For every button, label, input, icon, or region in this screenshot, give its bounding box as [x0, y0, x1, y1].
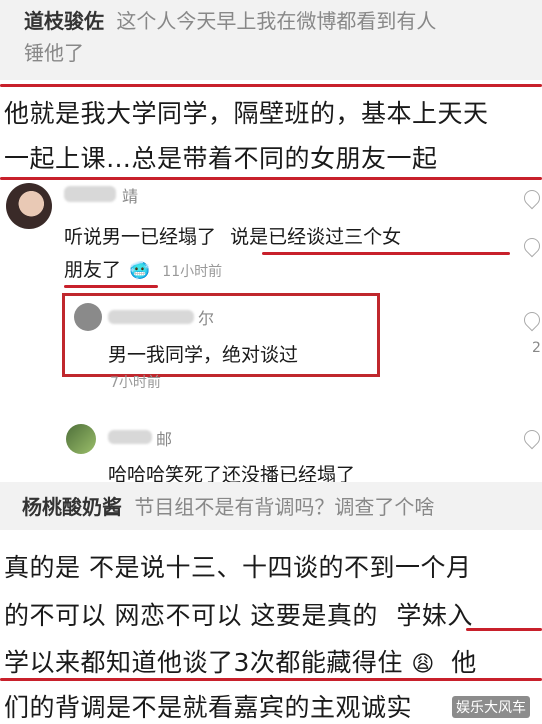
reply-line2: 朋友了 🥶 11小时前 — [64, 255, 222, 282]
emoji: 😩 — [411, 652, 435, 677]
underline — [262, 252, 510, 255]
underline — [64, 285, 158, 288]
timestamp: 11小时前 — [162, 264, 223, 280]
post-text: 学以来都知道他谈了3次都能藏得住 — [4, 648, 403, 677]
comment-text: 杨桃酸奶酱 节目组不是有背调吗？调查了个啥 — [22, 491, 434, 520]
username-partial[interactable]: 靖 — [122, 183, 138, 207]
like-count: 2 — [532, 340, 541, 356]
post-text: 的不可以 网恋不可以 这要是真的 — [4, 601, 378, 630]
comment-card-top: 道枝骏佐 这个人今天早上我在微博都看到有人 锤他了 — [0, 0, 542, 80]
comment-card: 杨桃酸奶酱 节目组不是有背调吗？调查了个啥 — [0, 482, 542, 530]
underline — [0, 678, 542, 681]
post-text: 学妹入 — [396, 601, 473, 630]
username-partial[interactable]: 邮 — [156, 426, 172, 450]
post-text: 他 — [451, 648, 477, 677]
username-partial[interactable]: 尔 — [198, 305, 214, 329]
underline — [0, 177, 542, 180]
post-line: 他就是我大学同学，隔壁班的，基本上天天 — [4, 99, 489, 128]
reply-text: 男一我同学，绝对谈过 — [108, 344, 299, 366]
post-line: 一起上课…总是带着不同的女朋友一起 — [4, 144, 438, 173]
post-line: 学以来都知道他谈了3次都能藏得住 😩 他 — [4, 643, 477, 679]
post-line: 的不可以 网恋不可以 这要是真的 学妹入 — [4, 596, 473, 632]
watermark: 娱乐大风车 — [452, 696, 530, 718]
underline — [0, 84, 542, 87]
username-blurred[interactable] — [108, 430, 152, 444]
like-icon[interactable] — [520, 234, 542, 258]
post-line: 真的是 不是说十三、十四谈的不到一个月 — [4, 553, 472, 582]
like-icon[interactable] — [520, 308, 542, 332]
username-blurred[interactable] — [108, 310, 194, 324]
avatar[interactable] — [6, 183, 52, 229]
comment-body-line1: 这个人今天早上我在微博都看到有人 — [116, 9, 437, 33]
reply-text: 听说男一已经塌了 — [64, 226, 217, 248]
reply-text: 说是已经谈过三个女 — [230, 226, 402, 248]
username[interactable]: 道枝骏佐 — [24, 9, 104, 33]
avatar[interactable] — [66, 424, 96, 454]
username-blurred[interactable] — [64, 186, 116, 202]
like-icon[interactable] — [520, 426, 542, 450]
reply-text: 朋友了 — [64, 259, 122, 281]
comment-body: 节目组不是有背调吗？调查了个啥 — [134, 495, 435, 519]
avatar[interactable] — [74, 303, 102, 331]
comment-text: 道枝骏佐 这个人今天早上我在微博都看到有人 — [24, 6, 436, 36]
emoji: 🥶 — [129, 261, 151, 281]
like-icon[interactable] — [520, 186, 542, 210]
comment-body-line2: 锤他了 — [24, 41, 84, 65]
underline — [466, 628, 542, 631]
username[interactable]: 杨桃酸奶酱 — [22, 495, 122, 519]
timestamp: 7小时前 — [110, 375, 161, 391]
reply-line1: 听说男一已经塌了 说是已经谈过三个女 — [64, 222, 401, 249]
